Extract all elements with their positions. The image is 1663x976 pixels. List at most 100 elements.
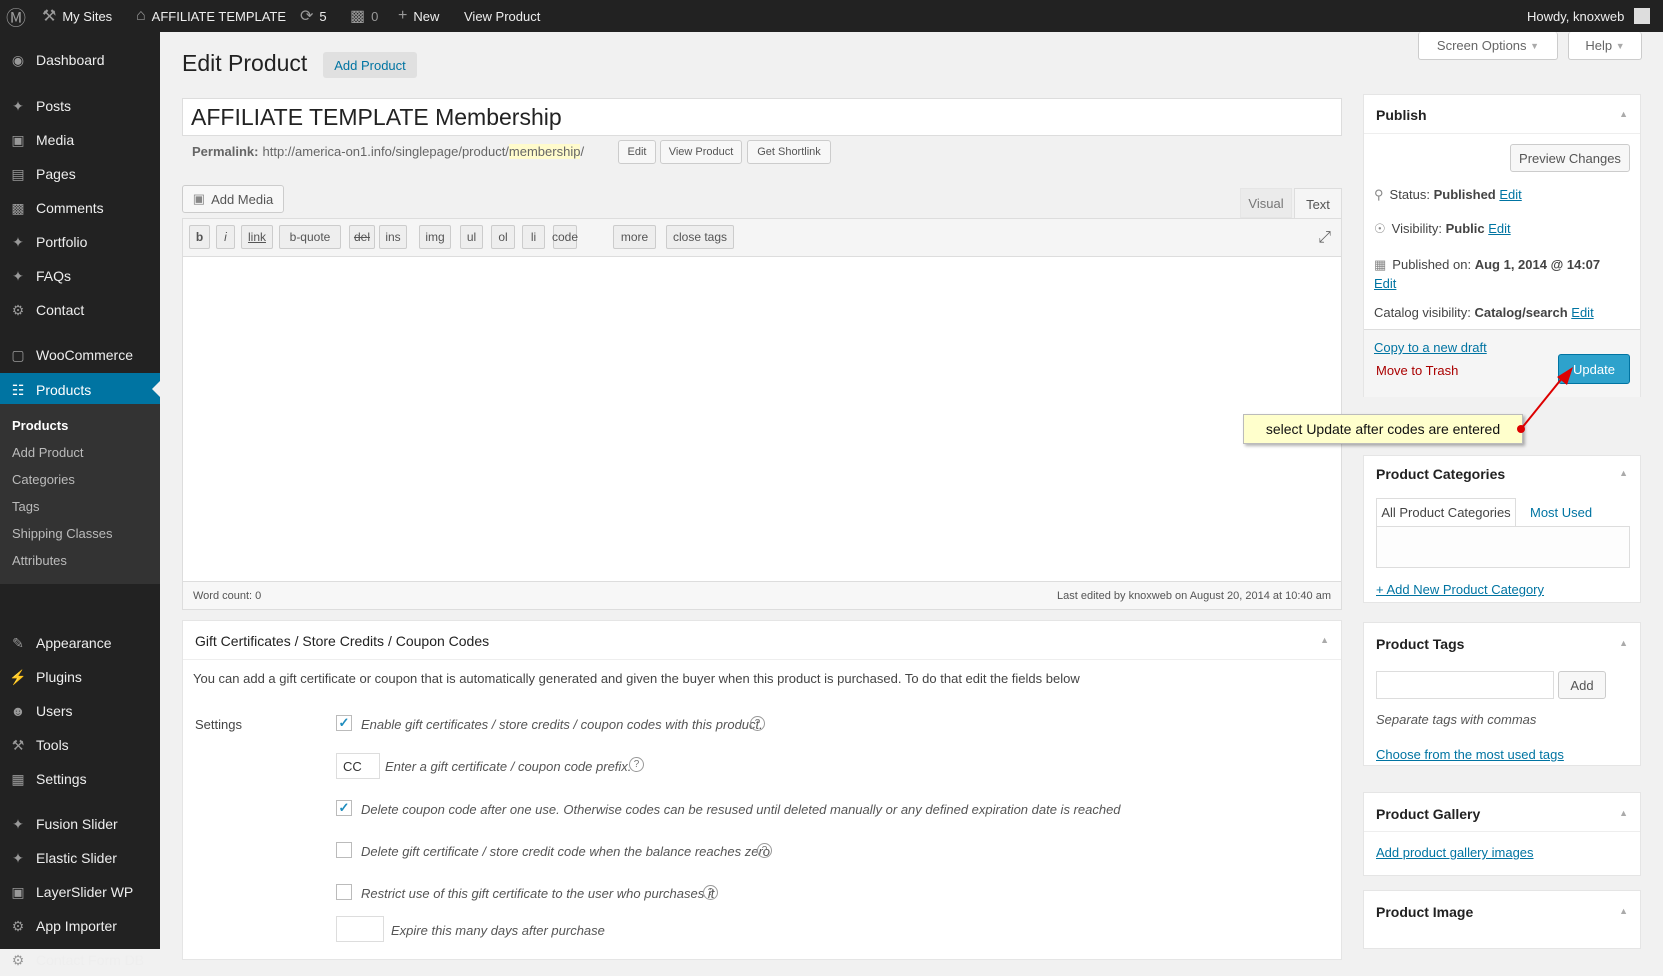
add-product-button[interactable]: Add Product	[323, 52, 417, 78]
menu-elastic-slider[interactable]: ✦ Elastic Slider	[0, 842, 160, 874]
menu-comments[interactable]: ▩ Comments	[0, 192, 160, 224]
quicktag-button[interactable]: ins	[379, 225, 407, 249]
menu-layerslider[interactable]: ▣ LayerSlider WP	[0, 876, 160, 908]
collapse-arrow-icon[interactable]: ▲	[1320, 635, 1329, 645]
submenu-add-product[interactable]: Add Product	[12, 445, 84, 460]
updates-link[interactable]: ⟳ 5	[300, 0, 327, 32]
menu-contact[interactable]: ⚙ Contact	[0, 294, 160, 326]
choose-tags-link[interactable]: Choose from the most used tags	[1376, 747, 1564, 762]
user-menu[interactable]: Howdy, knoxweb	[1527, 0, 1651, 32]
enable-gift-checkbox[interactable]: ✓	[336, 715, 352, 731]
quicktag-button[interactable]: del	[349, 225, 375, 249]
gear-icon: ⚙	[11, 917, 25, 934]
help-icon[interactable]: ?	[703, 885, 718, 900]
edit-status-link[interactable]: Edit	[1499, 187, 1521, 202]
brush-icon: ✎	[12, 634, 24, 651]
menu-pages[interactable]: ▤ Pages	[0, 158, 160, 190]
quicktag-button[interactable]: link	[241, 225, 273, 249]
add-tag-button[interactable]: Add	[1558, 671, 1606, 699]
menu-posts[interactable]: ✦ Posts	[0, 90, 160, 122]
comments-link[interactable]: ▩ 0	[350, 0, 378, 32]
view-product-button[interactable]: View Product	[660, 140, 742, 164]
expire-days-input[interactable]	[336, 916, 384, 942]
collapse-arrow-icon[interactable]: ▲	[1619, 109, 1628, 119]
menu-settings[interactable]: ▦ Settings	[0, 763, 160, 795]
quicktag-button[interactable]: close tags	[666, 225, 734, 249]
delete-after-use-checkbox[interactable]: ✓	[336, 800, 352, 816]
menu-media[interactable]: ▣ Media	[0, 124, 160, 156]
permalink-url[interactable]: http://america-on1.info/singlepage/produ…	[262, 144, 584, 159]
content-textarea[interactable]	[183, 258, 1341, 575]
quicktag-button[interactable]: more	[613, 225, 656, 249]
pin-icon: ✦	[12, 815, 24, 832]
edit-visibility-link[interactable]: Edit	[1488, 221, 1510, 236]
menu-fusion-slider[interactable]: ✦ Fusion Slider	[0, 808, 160, 840]
help-icon[interactable]: ?	[629, 757, 644, 772]
help-icon[interactable]: ?	[757, 843, 772, 858]
pin-icon: ⚲	[1374, 187, 1384, 202]
menu-products[interactable]: ☷ Products	[0, 373, 160, 407]
screen-options-button[interactable]: Screen Options ▼	[1418, 32, 1558, 60]
menu-dashboard[interactable]: ◉ Dashboard	[0, 44, 160, 76]
quicktag-button[interactable]: b-quote	[279, 225, 341, 249]
menu-app-importer[interactable]: ⚙ App Importer	[0, 910, 160, 942]
submenu-shipping-classes[interactable]: Shipping Classes	[12, 526, 112, 541]
product-tags-box: Product Tags ▲ Add Separate tags with co…	[1363, 622, 1641, 766]
edit-permalink-button[interactable]: Edit	[618, 140, 656, 164]
quicktag-button[interactable]: code	[552, 225, 578, 249]
enable-gift-label: Enable gift certificates / store credits…	[361, 717, 763, 732]
tab-visual[interactable]: Visual	[1240, 188, 1292, 218]
help-button[interactable]: Help ▼	[1568, 32, 1642, 60]
copy-draft-link[interactable]: Copy to a new draft	[1374, 340, 1487, 355]
my-sites-link[interactable]: ⚒ My Sites	[42, 0, 112, 32]
help-icon[interactable]: ?	[750, 716, 765, 731]
add-media-button[interactable]: ▣ Add Media	[182, 185, 284, 213]
submenu-attributes[interactable]: Attributes	[12, 553, 67, 568]
eye-icon: ☉	[1374, 221, 1386, 236]
menu-portfolio[interactable]: ✦ Portfolio	[0, 226, 160, 258]
menu-appearance[interactable]: ✎ Appearance	[0, 627, 160, 659]
publish-box: Publish ▲ Preview Changes ⚲ Status: Publi…	[1363, 94, 1641, 397]
fullscreen-icon[interactable]: ⤢	[1318, 229, 1331, 247]
collapse-arrow-icon[interactable]: ▲	[1619, 468, 1628, 478]
quicktag-button[interactable]: img	[419, 225, 451, 249]
delete-zero-balance-checkbox[interactable]	[336, 842, 352, 858]
add-gallery-images-link[interactable]: Add product gallery images	[1376, 845, 1534, 860]
preview-changes-button[interactable]: Preview Changes	[1510, 144, 1630, 172]
submenu-tags[interactable]: Tags	[12, 499, 39, 514]
prefix-input[interactable]: CC	[336, 753, 380, 779]
get-shortlink-button[interactable]: Get Shortlink	[747, 140, 831, 164]
quicktag-button[interactable]: li	[522, 225, 545, 249]
tab-text[interactable]: Text	[1294, 188, 1342, 219]
tab-most-used[interactable]: Most Used	[1530, 505, 1592, 520]
category-checklist[interactable]	[1376, 526, 1630, 568]
restrict-user-checkbox[interactable]	[336, 884, 352, 900]
wordpress-logo-icon[interactable]: Ⓜ	[6, 0, 26, 32]
new-link[interactable]: + New	[398, 0, 439, 32]
view-product-link[interactable]: View Product	[464, 0, 540, 32]
layers-icon: ▣	[11, 883, 25, 900]
menu-faqs[interactable]: ✦ FAQs	[0, 260, 160, 292]
quicktag-button[interactable]: b	[189, 225, 210, 249]
menu-tools[interactable]: ⚒ Tools	[0, 729, 160, 761]
site-name-link[interactable]: ⌂ AFFILIATE TEMPLATE	[136, 0, 286, 32]
quicktag-button[interactable]: ul	[460, 225, 483, 249]
collapse-arrow-icon[interactable]: ▲	[1619, 638, 1628, 648]
edit-date-link[interactable]: Edit	[1374, 276, 1396, 291]
edit-catalog-link[interactable]: Edit	[1571, 305, 1593, 320]
move-to-trash-link[interactable]: Move to Trash	[1376, 363, 1458, 378]
add-category-link[interactable]: + Add New Product Category	[1376, 582, 1544, 597]
post-title-input[interactable]: AFFILIATE TEMPLATE Membership	[182, 98, 1342, 136]
quicktag-button[interactable]: i	[216, 225, 235, 249]
quicktag-button[interactable]: ol	[491, 225, 515, 249]
menu-woocommerce[interactable]: ▢ WooCommerce	[0, 339, 160, 371]
tag-input[interactable]	[1376, 671, 1554, 699]
menu-plugins[interactable]: ⚡ Plugins	[0, 661, 160, 693]
collapse-arrow-icon[interactable]: ▲	[1619, 808, 1628, 818]
submenu-products[interactable]: Products	[12, 418, 68, 433]
product-gallery-box: Product Gallery ▲ Add product gallery im…	[1363, 792, 1641, 876]
submenu-categories[interactable]: Categories	[12, 472, 75, 487]
tab-all-categories[interactable]: All Product Categories	[1376, 498, 1516, 526]
collapse-arrow-icon[interactable]: ▲	[1619, 906, 1628, 916]
menu-users[interactable]: ☻ Users	[0, 695, 160, 727]
